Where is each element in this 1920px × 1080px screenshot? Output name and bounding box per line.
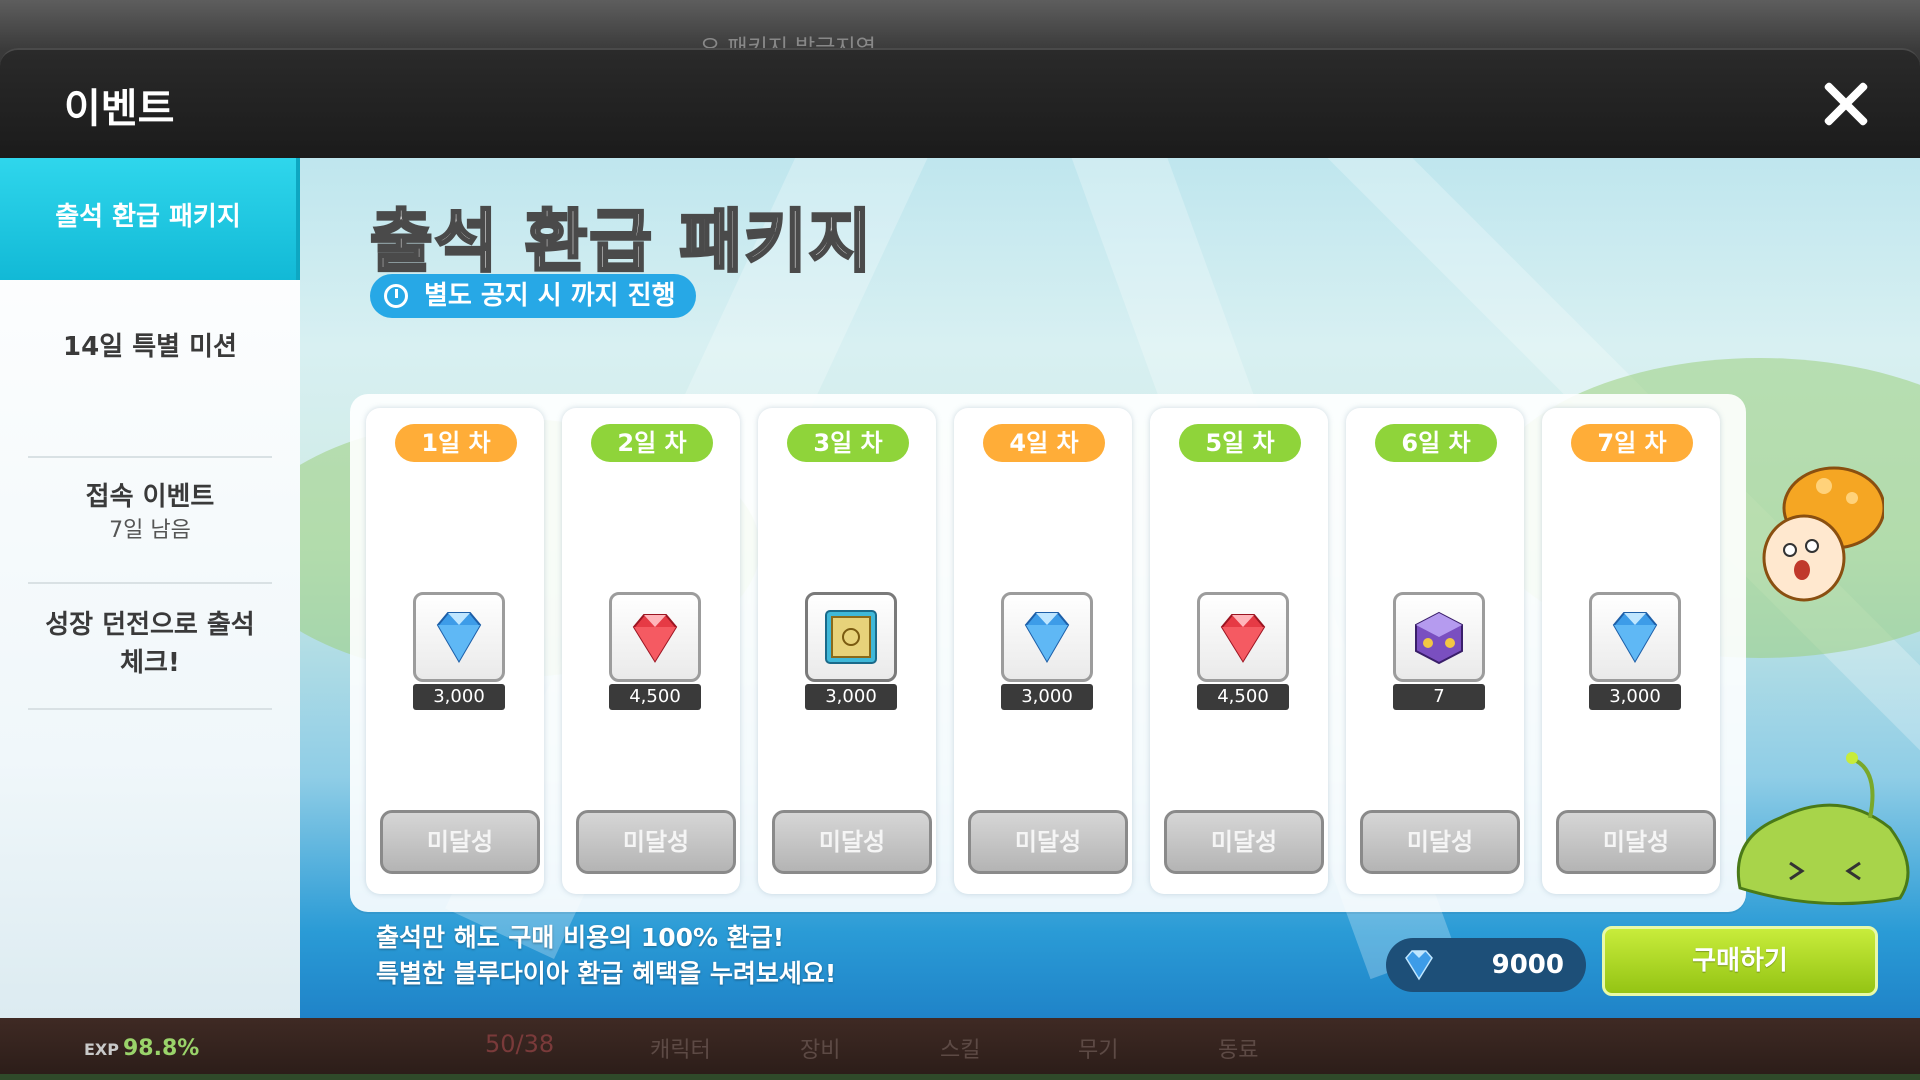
game-bottom-bar: EXP 98.8% 50/38 캐릭터 장비 스킬 무기 동료 bbox=[0, 1018, 1920, 1080]
reward-item[interactable] bbox=[1393, 592, 1485, 682]
event-sidebar: 출석 환급 패키지 14일 특별 미션 접속 이벤트 7일 남음 성장 던전으로… bbox=[0, 158, 300, 1018]
sidebar-item-label: 성장 던전으로 출석 bbox=[45, 610, 255, 640]
reward-item[interactable] bbox=[805, 592, 897, 682]
reward-count: 4,500 bbox=[609, 684, 701, 710]
buy-button[interactable]: 구매하기 bbox=[1602, 926, 1878, 996]
status-button[interactable]: 미달성 bbox=[772, 810, 932, 874]
mushroom-mascot-icon bbox=[1762, 466, 1884, 602]
description-line-1: 출석만 해도 구매 비용의 100% 환급! bbox=[376, 923, 785, 952]
reward-item[interactable] bbox=[1197, 592, 1289, 682]
status-button[interactable]: 미달성 bbox=[576, 810, 736, 874]
day-badge: 3일 차 bbox=[787, 424, 909, 462]
exp-label: EXP bbox=[84, 1040, 119, 1059]
sidebar-item-label: 출석 환급 패키지 bbox=[55, 202, 241, 232]
reward-item[interactable] bbox=[1589, 592, 1681, 682]
day-badge: 6일 차 bbox=[1375, 424, 1497, 462]
price-display: 9000 bbox=[1386, 938, 1586, 992]
day-badge: 2일 차 bbox=[591, 424, 713, 462]
menu-weapon[interactable]: 무기 bbox=[1078, 1032, 1118, 1064]
status-button[interactable]: 미달성 bbox=[1360, 810, 1520, 874]
status-button[interactable]: 미달성 bbox=[968, 810, 1128, 874]
blue-diamond-icon bbox=[436, 612, 482, 663]
blue-diamond-icon bbox=[1405, 950, 1433, 981]
reward-count: 3,000 bbox=[805, 684, 897, 710]
game-top-bar bbox=[0, 0, 1920, 50]
day-card: 3일 차 3,000 미달성 bbox=[758, 408, 936, 894]
cube-icon bbox=[1415, 611, 1463, 665]
reward-count: 3,000 bbox=[1001, 684, 1093, 710]
sidebar-divider bbox=[28, 582, 272, 584]
reward-count: 4,500 bbox=[1197, 684, 1289, 710]
modal-title: 이벤트 bbox=[64, 86, 175, 132]
menu-skill[interactable]: 스킬 bbox=[940, 1032, 980, 1064]
banner-title: 출석 환급 패키지 bbox=[368, 202, 874, 284]
red-ruby-icon bbox=[1220, 614, 1266, 663]
sidebar-item-label-2: 체크! bbox=[120, 648, 180, 678]
scroll-icon bbox=[825, 610, 877, 664]
description-line-2: 특별한 블루다이아 환급 혜택을 누려보세요! bbox=[376, 959, 837, 988]
period-badge: 별도 공지 시 까지 진행 bbox=[370, 274, 696, 318]
reward-count: 7 bbox=[1393, 684, 1485, 710]
reward-count: 3,000 bbox=[1589, 684, 1681, 710]
red-ruby-icon bbox=[632, 614, 678, 663]
day-badge: 7일 차 bbox=[1571, 424, 1693, 462]
period-text: 별도 공지 시 까지 진행 bbox=[424, 281, 676, 311]
day-badge: 4일 차 bbox=[983, 424, 1105, 462]
day-card: 6일 차 7 미달성 bbox=[1346, 408, 1524, 894]
day-card: 1일 차 3,000 미달성 bbox=[366, 408, 544, 894]
sidebar-divider bbox=[28, 708, 272, 710]
day-badge: 5일 차 bbox=[1179, 424, 1301, 462]
status-button[interactable]: 미달성 bbox=[1164, 810, 1324, 874]
sidebar-item-login-event[interactable]: 접속 이벤트 7일 남음 bbox=[0, 478, 300, 546]
exp-value: 98.8% bbox=[123, 1036, 200, 1061]
stat-value: 50/38 bbox=[485, 1030, 555, 1058]
status-button[interactable]: 미달성 bbox=[380, 810, 540, 874]
days-panel: 1일 차 3,000 미달성 2일 차 4,500 미달성 3일 차 3,000… bbox=[350, 394, 1746, 912]
reward-item[interactable] bbox=[1001, 592, 1093, 682]
modal-header: 이벤트 bbox=[0, 48, 1920, 158]
blue-diamond-icon bbox=[1612, 612, 1658, 663]
day-card: 7일 차 3,000 미달성 bbox=[1542, 408, 1720, 894]
reward-item[interactable] bbox=[413, 592, 505, 682]
refund-description: 출석만 해도 구매 비용의 100% 환급! 특별한 블루다이아 환급 혜택을 … bbox=[376, 920, 836, 992]
exp-display: EXP 98.8% bbox=[84, 1036, 199, 1061]
sidebar-item-growth-dungeon[interactable]: 성장 던전으로 출석 체크! bbox=[0, 606, 300, 682]
reward-item[interactable] bbox=[609, 592, 701, 682]
menu-companion[interactable]: 동료 bbox=[1218, 1032, 1258, 1064]
slime-mascot-icon bbox=[1736, 752, 1910, 906]
sidebar-divider bbox=[28, 456, 272, 458]
price-value: 9000 bbox=[1491, 950, 1564, 980]
sidebar-item-label: 14일 특별 미션 bbox=[63, 332, 237, 362]
menu-character[interactable]: 캐릭터 bbox=[650, 1032, 711, 1064]
sidebar-item-attendance-refund[interactable]: 출석 환급 패키지 bbox=[0, 158, 300, 280]
day-card: 4일 차 3,000 미달성 bbox=[954, 408, 1132, 894]
sidebar-item-sublabel: 7일 남음 bbox=[109, 518, 191, 543]
event-content: 출석 환급 패키지 별도 공지 시 까지 진행 1일 차 3,000 미달성 2… bbox=[300, 158, 1920, 1018]
close-icon[interactable] bbox=[1818, 76, 1874, 132]
reward-count: 3,000 bbox=[413, 684, 505, 710]
menu-equipment[interactable]: 장비 bbox=[800, 1032, 840, 1064]
sidebar-item-label: 접속 이벤트 bbox=[85, 482, 215, 512]
event-modal: 이벤트 출석 환급 패키지 14일 특별 미션 접속 이벤트 7일 남음 성장 … bbox=[0, 48, 1920, 1018]
blue-diamond-icon bbox=[1024, 612, 1070, 663]
game-bottom-strip bbox=[0, 1074, 1920, 1080]
day-card: 5일 차 4,500 미달성 bbox=[1150, 408, 1328, 894]
status-button[interactable]: 미달성 bbox=[1556, 810, 1716, 874]
day-badge: 1일 차 bbox=[395, 424, 517, 462]
day-card: 2일 차 4,500 미달성 bbox=[562, 408, 740, 894]
clock-icon bbox=[384, 284, 408, 308]
sidebar-item-14day-mission[interactable]: 14일 특별 미션 bbox=[0, 328, 300, 366]
